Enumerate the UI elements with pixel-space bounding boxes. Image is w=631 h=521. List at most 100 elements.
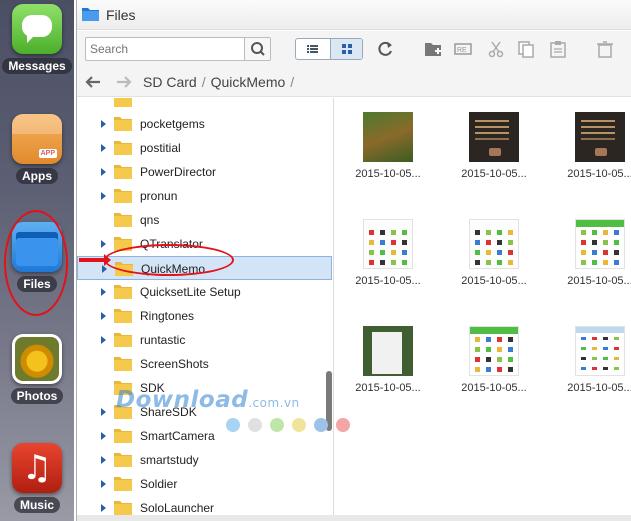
file-thumbnail[interactable]: 2015-10-05... (441, 205, 541, 295)
paste-icon[interactable] (547, 39, 569, 59)
tree-item[interactable]: ScreenShots (77, 352, 332, 376)
tree-item[interactable]: QuickMemo (77, 256, 332, 280)
folder-icon (114, 165, 132, 179)
dock-label-messages: Messages (2, 58, 72, 74)
search-input[interactable] (86, 38, 244, 60)
breadcrumb: SD Card / QuickMemo / (143, 74, 299, 90)
expand-arrow-icon[interactable] (101, 120, 106, 128)
folder-icon (82, 8, 99, 21)
search-button[interactable] (244, 38, 270, 60)
dock-item-files[interactable]: Files (0, 222, 74, 292)
tree-item[interactable]: pocketgems (77, 112, 332, 136)
messages-icon (12, 4, 62, 54)
copy-icon[interactable] (515, 39, 537, 59)
expand-arrow-icon[interactable] (101, 192, 106, 200)
dock-item-apps[interactable]: APP Apps (0, 114, 74, 184)
tree-item[interactable]: smartstudy (77, 448, 332, 472)
image-preview (469, 219, 519, 269)
breadcrumb-sd-card[interactable]: SD Card (143, 74, 197, 90)
grid-view-button[interactable] (330, 39, 362, 59)
tree-item[interactable]: QTranslator (77, 232, 332, 256)
watermark-dot (248, 418, 262, 432)
tree-item[interactable]: qns (77, 208, 332, 232)
refresh-icon[interactable] (375, 39, 397, 59)
dock-label-files: Files (17, 276, 57, 292)
toolbar: RE (77, 31, 631, 67)
expand-arrow-icon[interactable] (101, 456, 106, 464)
expand-arrow-icon[interactable] (101, 288, 106, 296)
horizontal-scrollbar[interactable] (77, 515, 631, 521)
tree-item[interactable]: runtastic (77, 328, 332, 352)
file-thumbnail[interactable]: 2015-10-05... (335, 98, 435, 188)
tree-item-label: Ringtones (140, 309, 195, 323)
folder-icon (114, 357, 132, 371)
tree-item-label: pronun (140, 189, 178, 203)
tree-item[interactable]: PowerDirector (77, 160, 332, 184)
tree-item[interactable]: pronun (77, 184, 332, 208)
dock-label-music: Music (13, 497, 60, 513)
watermark-dot (226, 418, 240, 432)
dock-item-music[interactable]: ♫ Music (0, 443, 74, 513)
file-thumbnail[interactable]: 2015-10-05... (547, 312, 631, 402)
tree-item[interactable]: QuicksetLite Setup (77, 280, 332, 304)
tree-item-label: ScreenShots (140, 357, 209, 371)
file-thumbnail[interactable]: 2015-10-05... (335, 205, 435, 295)
expand-arrow-icon[interactable] (101, 480, 106, 488)
new-folder-icon[interactable] (423, 39, 445, 59)
folder-icon (114, 285, 132, 299)
expand-arrow-icon[interactable] (101, 504, 106, 512)
watermark: Download.com.vn (116, 387, 300, 413)
music-note-icon: ♫ (12, 443, 62, 493)
expand-arrow-icon[interactable] (101, 336, 106, 344)
file-thumbnail[interactable]: 2015-10-05... (547, 205, 631, 295)
file-name: 2015-10-05... (567, 168, 631, 180)
view-toggle (295, 38, 363, 60)
list-view-button[interactable] (296, 39, 329, 59)
file-thumbnail[interactable]: 2015-10-05... (547, 98, 631, 188)
tree-item[interactable] (77, 98, 332, 112)
tree-item-label: pocketgems (140, 117, 205, 131)
list-view-icon (307, 45, 318, 53)
expand-arrow-icon[interactable] (101, 432, 106, 440)
delete-icon[interactable] (594, 39, 616, 59)
expand-arrow-icon[interactable] (101, 144, 106, 152)
file-name: 2015-10-05... (355, 382, 421, 394)
image-preview (575, 219, 625, 269)
expand-arrow-icon[interactable] (101, 168, 106, 176)
folder-icon (114, 141, 132, 155)
file-thumbnail[interactable]: 2015-10-05... (441, 98, 541, 188)
expand-arrow-icon[interactable] (101, 240, 106, 248)
file-thumbnail[interactable]: 2015-10-05... (441, 312, 541, 402)
tree-item[interactable]: Ringtones (77, 304, 332, 328)
files-window: Files Search RE SD Card / QuickMemo / po… (76, 0, 631, 521)
expand-arrow-icon[interactable] (101, 312, 106, 320)
panel-splitter[interactable] (333, 98, 334, 515)
back-arrow-icon[interactable] (83, 73, 103, 91)
file-name: 2015-10-05... (567, 382, 631, 394)
file-thumbnail[interactable]: 2015-10-05... (335, 312, 435, 402)
tree-item-label: SmartCamera (140, 429, 215, 443)
tree-item[interactable]: postitial (77, 136, 332, 160)
tree-item-label: QuickMemo (141, 262, 206, 276)
rename-icon[interactable]: RE (453, 39, 475, 59)
dock-label-photos: Photos (10, 388, 64, 404)
expand-arrow-icon[interactable] (101, 408, 106, 416)
dock-item-messages[interactable]: Messages (0, 4, 74, 74)
tree-item[interactable]: Soldier (77, 472, 332, 496)
dock-label-apps: Apps (16, 168, 58, 184)
file-grid: 2015-10-05... 2015-10-05... 2015-10-05... 2… (335, 98, 631, 515)
dock-item-photos[interactable]: Photos (0, 334, 74, 404)
folder-icon (114, 333, 132, 347)
folder-icon (114, 453, 132, 467)
forward-arrow-icon[interactable] (114, 73, 134, 91)
tree-item[interactable]: SoloLauncher (77, 496, 332, 515)
watermark-dot (314, 418, 328, 432)
breadcrumb-quickmemo[interactable]: QuickMemo (211, 74, 286, 90)
title-bar: Files (77, 0, 631, 30)
image-preview (363, 219, 413, 269)
cut-icon[interactable] (485, 39, 507, 59)
image-preview (469, 112, 519, 162)
image-preview (575, 326, 625, 376)
search-box (85, 37, 271, 61)
expand-arrow-icon[interactable] (102, 265, 107, 273)
